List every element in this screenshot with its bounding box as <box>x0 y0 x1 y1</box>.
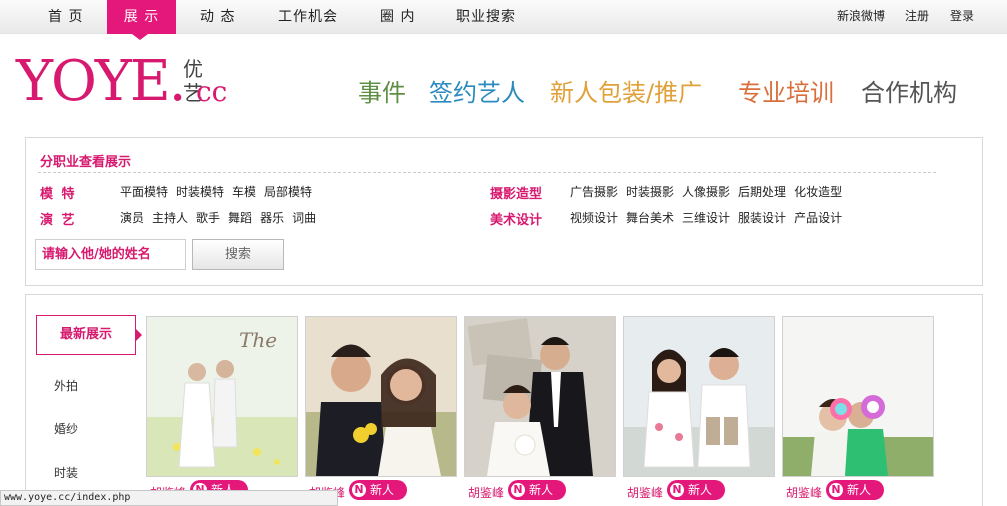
filter-link[interactable]: 服装设计 <box>738 211 786 225</box>
filter-link[interactable]: 视频设计 <box>570 211 618 225</box>
filter-link[interactable]: 演员 <box>120 211 144 225</box>
showcase-card: 胡鉴峰 N 新人 <box>782 316 934 500</box>
category-training[interactable]: 专业培训 <box>738 78 834 108</box>
top-nav-bar: 首 页 展 示 动 态 工作机会 圈 内 职业搜索 新浪微博 注册 登录 <box>0 0 1007 34</box>
showcase-photo[interactable] <box>305 316 457 477</box>
showcase-photo[interactable] <box>623 316 775 477</box>
filter-link[interactable]: 舞蹈 <box>228 211 252 225</box>
filter-link[interactable]: 平面模特 <box>120 185 168 199</box>
filter-link[interactable]: 后期处理 <box>738 185 786 199</box>
card-artist-name[interactable]: 胡鉴峰 <box>627 484 663 501</box>
nav-item-home[interactable]: 首 页 <box>48 0 83 34</box>
logo-wordmark: YOYE. <box>16 49 187 114</box>
group-items-model: 平面模特 时装模特 车模 局部模特 <box>120 183 320 200</box>
filter-link[interactable]: 局部模特 <box>264 185 312 199</box>
name-search-input[interactable]: 请输入他/她的姓名 <box>35 239 186 270</box>
nav-item-news[interactable]: 动 态 <box>200 0 235 34</box>
new-badge[interactable]: N 新人 <box>349 480 407 500</box>
new-badge[interactable]: N 新人 <box>508 480 566 500</box>
filter-link[interactable]: 三维设计 <box>682 211 730 225</box>
logo-domain: cc <box>196 75 228 108</box>
filter-link[interactable]: 词曲 <box>292 211 316 225</box>
new-badge-label: 新人 <box>370 483 395 497</box>
group-label-model: 模 特 <box>40 187 77 202</box>
new-n-icon: N <box>511 483 525 497</box>
showcase-photo[interactable] <box>782 316 934 477</box>
filter-link[interactable]: 人像摄影 <box>682 185 730 199</box>
latest-showcase-panel: 最新展示 外拍 婚纱 时装 The 胡鉴峰 N新人 <box>25 294 983 506</box>
register-link[interactable]: 注册 <box>905 0 929 34</box>
showcase-photo[interactable]: The <box>146 316 298 477</box>
side-tab-outdoor[interactable]: 外拍 <box>54 377 78 394</box>
svg-text:The: The <box>239 328 277 352</box>
side-tab-latest[interactable]: 最新展示 <box>36 315 136 355</box>
nav-item-circle[interactable]: 圈 内 <box>380 0 415 34</box>
category-signed-artists[interactable]: 签约艺人 <box>429 78 525 108</box>
filter-link[interactable]: 歌手 <box>196 211 220 225</box>
filter-link[interactable]: 器乐 <box>260 211 284 225</box>
filter-link[interactable]: 主持人 <box>152 211 188 225</box>
showcase-card: The 胡鉴峰 N新人 <box>146 316 298 500</box>
group-items-performing: 演员 主持人 歌手 舞蹈 器乐 词曲 <box>120 209 324 226</box>
weibo-link[interactable]: 新浪微博 <box>837 0 885 34</box>
side-tab-indicator <box>135 328 142 342</box>
new-badge-label: 新人 <box>529 483 554 497</box>
profession-filter-panel: 分职业查看展示 模 特 平面模特 时装模特 车模 局部模特 演 艺 演员 主持人 歌手 舞蹈… <box>25 137 983 286</box>
new-badge[interactable]: N 新人 <box>667 480 725 500</box>
nav-item-jobs[interactable]: 工作机会 <box>278 0 338 34</box>
new-n-icon: N <box>352 483 366 497</box>
login-link[interactable]: 登录 <box>950 0 974 34</box>
group-label-photography: 摄影造型 <box>490 187 543 202</box>
filter-link[interactable]: 时装摄影 <box>626 185 674 199</box>
browser-status-url: www.yoye.cc/index.php <box>0 490 338 506</box>
new-badge-label: 新人 <box>688 483 713 497</box>
side-tab-fashion[interactable]: 时装 <box>54 464 78 481</box>
group-items-photography: 广告摄影 时装摄影 人像摄影 后期处理 化妆造型 <box>570 183 850 200</box>
nav-item-showcase[interactable]: 展 示 <box>107 0 176 34</box>
group-items-art-design: 视频设计 舞台美术 三维设计 服装设计 产品设计 <box>570 209 850 226</box>
filter-link[interactable]: 化妆造型 <box>794 185 842 199</box>
filter-divider <box>38 172 936 173</box>
card-artist-name[interactable]: 胡鉴峰 <box>786 484 822 501</box>
filter-link[interactable]: 产品设计 <box>794 211 842 225</box>
category-events[interactable]: 事件 <box>358 78 406 108</box>
filter-link[interactable]: 舞台美术 <box>626 211 674 225</box>
new-badge[interactable]: N 新人 <box>826 480 884 500</box>
showcase-card: 胡鉴峰 N新人 <box>305 316 457 500</box>
card-artist-name[interactable]: 胡鉴峰 <box>468 484 504 501</box>
side-tab-wedding[interactable]: 婚纱 <box>54 420 78 437</box>
showcase-photo[interactable] <box>464 316 616 477</box>
search-button[interactable]: 搜索 <box>192 239 284 270</box>
filter-link[interactable]: 广告摄影 <box>570 185 618 199</box>
filter-title: 分职业查看展示 <box>40 155 132 170</box>
group-label-art-design: 美术设计 <box>490 213 543 228</box>
nav-active-indicator <box>132 34 148 40</box>
new-n-icon: N <box>829 483 843 497</box>
filter-link[interactable]: 时装模特 <box>176 185 224 199</box>
group-label-performing: 演 艺 <box>40 213 77 228</box>
category-newcomer-promotion[interactable]: 新人包装/推广 <box>550 78 702 108</box>
showcase-card: 胡鉴峰 N 新人 <box>464 316 616 500</box>
showcase-card: 胡鉴峰 N 新人 <box>623 316 775 500</box>
filter-link[interactable]: 车模 <box>232 185 256 199</box>
new-badge-label: 新人 <box>847 483 872 497</box>
category-partners[interactable]: 合作机构 <box>861 78 957 108</box>
nav-item-career-search[interactable]: 职业搜索 <box>456 0 516 34</box>
new-n-icon: N <box>670 483 684 497</box>
